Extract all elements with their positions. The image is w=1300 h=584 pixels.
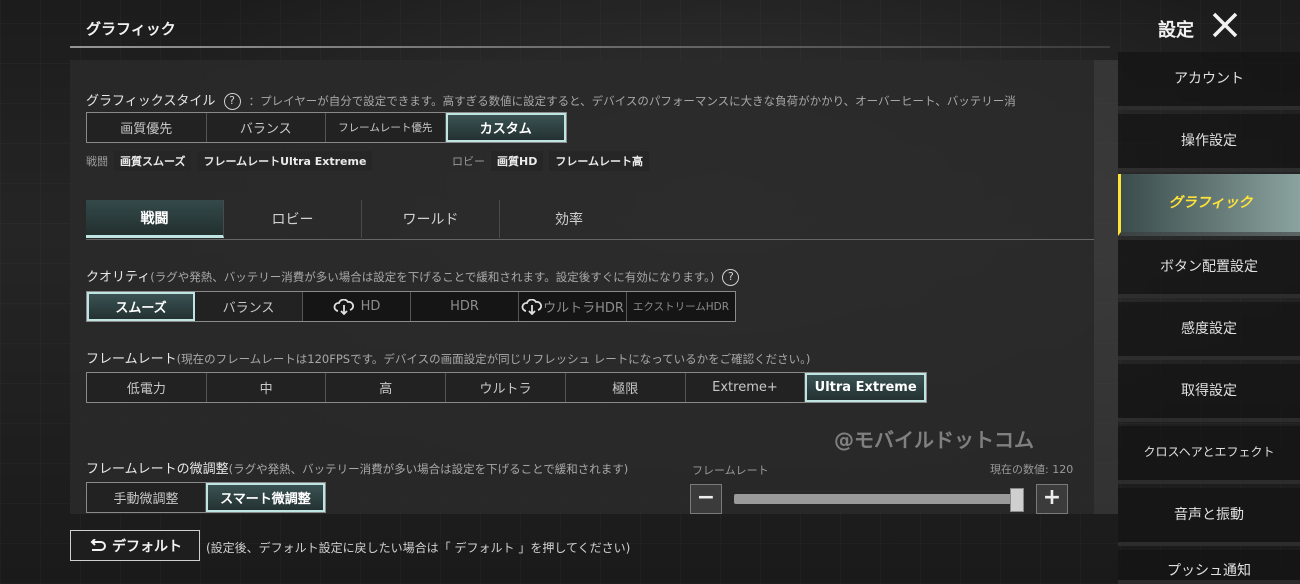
sidebar-item-sensitivity[interactable]: 感度設定 xyxy=(1118,302,1300,360)
tab-efficiency[interactable]: 効率 xyxy=(500,200,638,238)
framerate-option-high[interactable]: 高 xyxy=(326,373,447,402)
quality-option-extreme-hdr[interactable]: エクストリームHDR xyxy=(627,292,735,321)
graphic-style-row: グラフィックスタイル ? ：プレイヤーが自分で設定できます。高すぎる数値に設定す… xyxy=(86,90,1090,110)
slider-current-value: 現在の数値: 120 xyxy=(990,463,1074,476)
battle-framerate-tag: フレームレートUltra Extreme xyxy=(197,151,373,171)
style-option-quality[interactable]: 画質優先 xyxy=(87,113,207,142)
mode-tabs: 戦闘 ロビー ワールド 効率 xyxy=(86,200,1094,240)
quality-selector: スムーズ バランス HD HDR ウルトラHDR エクストリームHDR xyxy=(86,291,736,322)
fine-tune-selector: 手動微調整 スマート微調整 xyxy=(86,482,326,513)
graphic-style-selector: 画質優先 バランス フレームレート優先 カスタム xyxy=(86,112,567,143)
graphic-style-note: ：プレイヤーが自分で設定できます。高すぎる数値に設定すると、デバイスのパフォーマ… xyxy=(248,94,1016,108)
fine-tune-row: フレームレートの微調整(ラグや発熱、バッテリー消費が多い場合は設定を下げることで… xyxy=(86,458,628,477)
slider-label: フレームレート xyxy=(692,464,769,477)
quality-note: (ラグや発熱、バッテリー消費が多い場合は設定を下げることで緩和されます。設定後す… xyxy=(150,270,715,284)
title-divider xyxy=(70,46,1110,48)
lobby-preset-summary: ロビー 画質HD フレームレート高 xyxy=(452,151,650,171)
sidebar-item-controls[interactable]: 操作設定 xyxy=(1118,114,1300,172)
battle-preset-label: 戦闘 xyxy=(86,155,108,168)
default-button-label: デフォルト xyxy=(112,538,182,555)
quality-option-hd[interactable]: HD xyxy=(303,292,411,321)
framerate-option-low-power[interactable]: 低電力 xyxy=(87,373,207,402)
lobby-framerate-tag: フレームレート高 xyxy=(549,151,650,171)
style-option-balance[interactable]: バランス xyxy=(207,113,326,142)
cloud-download-icon xyxy=(521,298,543,315)
sidebar-item-push-notifications[interactable]: プッシュ通知 xyxy=(1118,550,1300,584)
graphic-style-label: グラフィックスタイル xyxy=(86,94,216,109)
quality-option-balance[interactable]: バランス xyxy=(195,292,303,321)
fine-tune-option-smart[interactable]: スマート微調整 xyxy=(205,483,325,512)
framerate-option-extreme[interactable]: 極限 xyxy=(566,373,686,402)
default-note: (設定後、デフォルト設定に戻したい場合は「 デフォルト 」を押してください) xyxy=(206,541,631,555)
page-title: グラフィック xyxy=(86,20,176,38)
slider-increase-button[interactable]: + xyxy=(1036,484,1068,514)
fine-tune-option-manual[interactable]: 手動微調整 xyxy=(87,483,206,512)
panel-scrollbar[interactable] xyxy=(1094,60,1118,514)
framerate-slider-thumb[interactable] xyxy=(1010,488,1024,512)
framerate-option-ultra-extreme[interactable]: Ultra Extreme xyxy=(805,373,927,402)
undo-icon xyxy=(90,538,106,551)
default-button[interactable]: デフォルト xyxy=(70,530,200,561)
quality-row: クオリティ(ラグや発熱、バッテリー消費が多い場合は設定を下げることで緩和されます… xyxy=(86,266,743,286)
top-bar: グラフィック 設定 xyxy=(0,0,1300,55)
tab-battle[interactable]: 戦闘 xyxy=(86,200,224,238)
quality-option-hd-label: HD xyxy=(360,299,381,314)
quality-option-smooth[interactable]: スムーズ xyxy=(87,292,195,321)
settings-label: 設定 xyxy=(1158,20,1194,41)
framerate-label: フレームレート xyxy=(86,352,177,367)
battle-quality-tag: 画質スムーズ xyxy=(114,151,192,171)
fine-tune-note: (ラグや発熱、バッテリー消費が多い場合は設定を下げることで緩和されます) xyxy=(228,462,629,476)
sidebar-item-pickup[interactable]: 取得設定 xyxy=(1118,364,1300,422)
sidebar-item-crosshair-effects[interactable]: クロスヘアとエフェクト xyxy=(1118,426,1300,484)
sidebar-item-account[interactable]: アカウント xyxy=(1118,52,1300,110)
sidebar-item-audio-vibration[interactable]: 音声と振動 xyxy=(1118,488,1300,546)
framerate-option-medium[interactable]: 中 xyxy=(207,373,327,402)
battle-preset-summary: 戦闘 画質スムーズ フレームレートUltra Extreme xyxy=(86,151,373,171)
close-button[interactable] xyxy=(1210,10,1240,40)
style-option-custom[interactable]: カスタム xyxy=(445,113,566,142)
framerate-slider-track[interactable] xyxy=(734,494,1024,504)
tab-world[interactable]: ワールド xyxy=(362,200,500,238)
close-icon xyxy=(1212,12,1238,38)
framerate-row: フレームレート(現在のフレームレートは120FPSです。デバイスの画面設定が同じ… xyxy=(86,348,810,367)
framerate-option-extreme-plus[interactable]: Extreme+ xyxy=(686,373,806,402)
framerate-selector: 低電力 中 高 ウルトラ 極限 Extreme+ Ultra Extreme xyxy=(86,372,927,403)
framerate-option-ultra[interactable]: ウルトラ xyxy=(446,373,566,402)
quality-help-icon[interactable]: ? xyxy=(722,269,740,286)
quality-option-ultra-hdr[interactable]: ウルトラHDR xyxy=(519,292,627,321)
quality-option-hdr[interactable]: HDR xyxy=(411,292,519,321)
quality-label: クオリティ xyxy=(86,270,151,285)
slider-decrease-button[interactable]: − xyxy=(690,484,722,514)
watermark: @モバイルドットコム xyxy=(834,428,1034,452)
cloud-download-icon xyxy=(333,298,354,315)
framerate-note: (現在のフレームレートは120FPSです。デバイスの画面設定が同じリフレッシュ … xyxy=(176,352,811,366)
quality-option-ultra-hdr-label: ウルトラHDR xyxy=(543,301,624,316)
lobby-quality-tag: 画質HD xyxy=(491,151,544,171)
sidebar-item-graphics[interactable]: グラフィック xyxy=(1118,174,1300,236)
settings-sidebar: アカウント 操作設定 グラフィック ボタン配置設定 感度設定 取得設定 クロスヘ… xyxy=(1118,50,1300,584)
lobby-preset-label: ロビー xyxy=(452,155,485,168)
tab-lobby[interactable]: ロビー xyxy=(224,200,362,238)
graphic-style-help-icon[interactable]: ? xyxy=(223,93,241,110)
fine-tune-label: フレームレートの微調整 xyxy=(86,462,229,477)
style-option-framerate[interactable]: フレームレート優先 xyxy=(326,113,446,142)
sidebar-item-button-layout[interactable]: ボタン配置設定 xyxy=(1118,240,1300,298)
